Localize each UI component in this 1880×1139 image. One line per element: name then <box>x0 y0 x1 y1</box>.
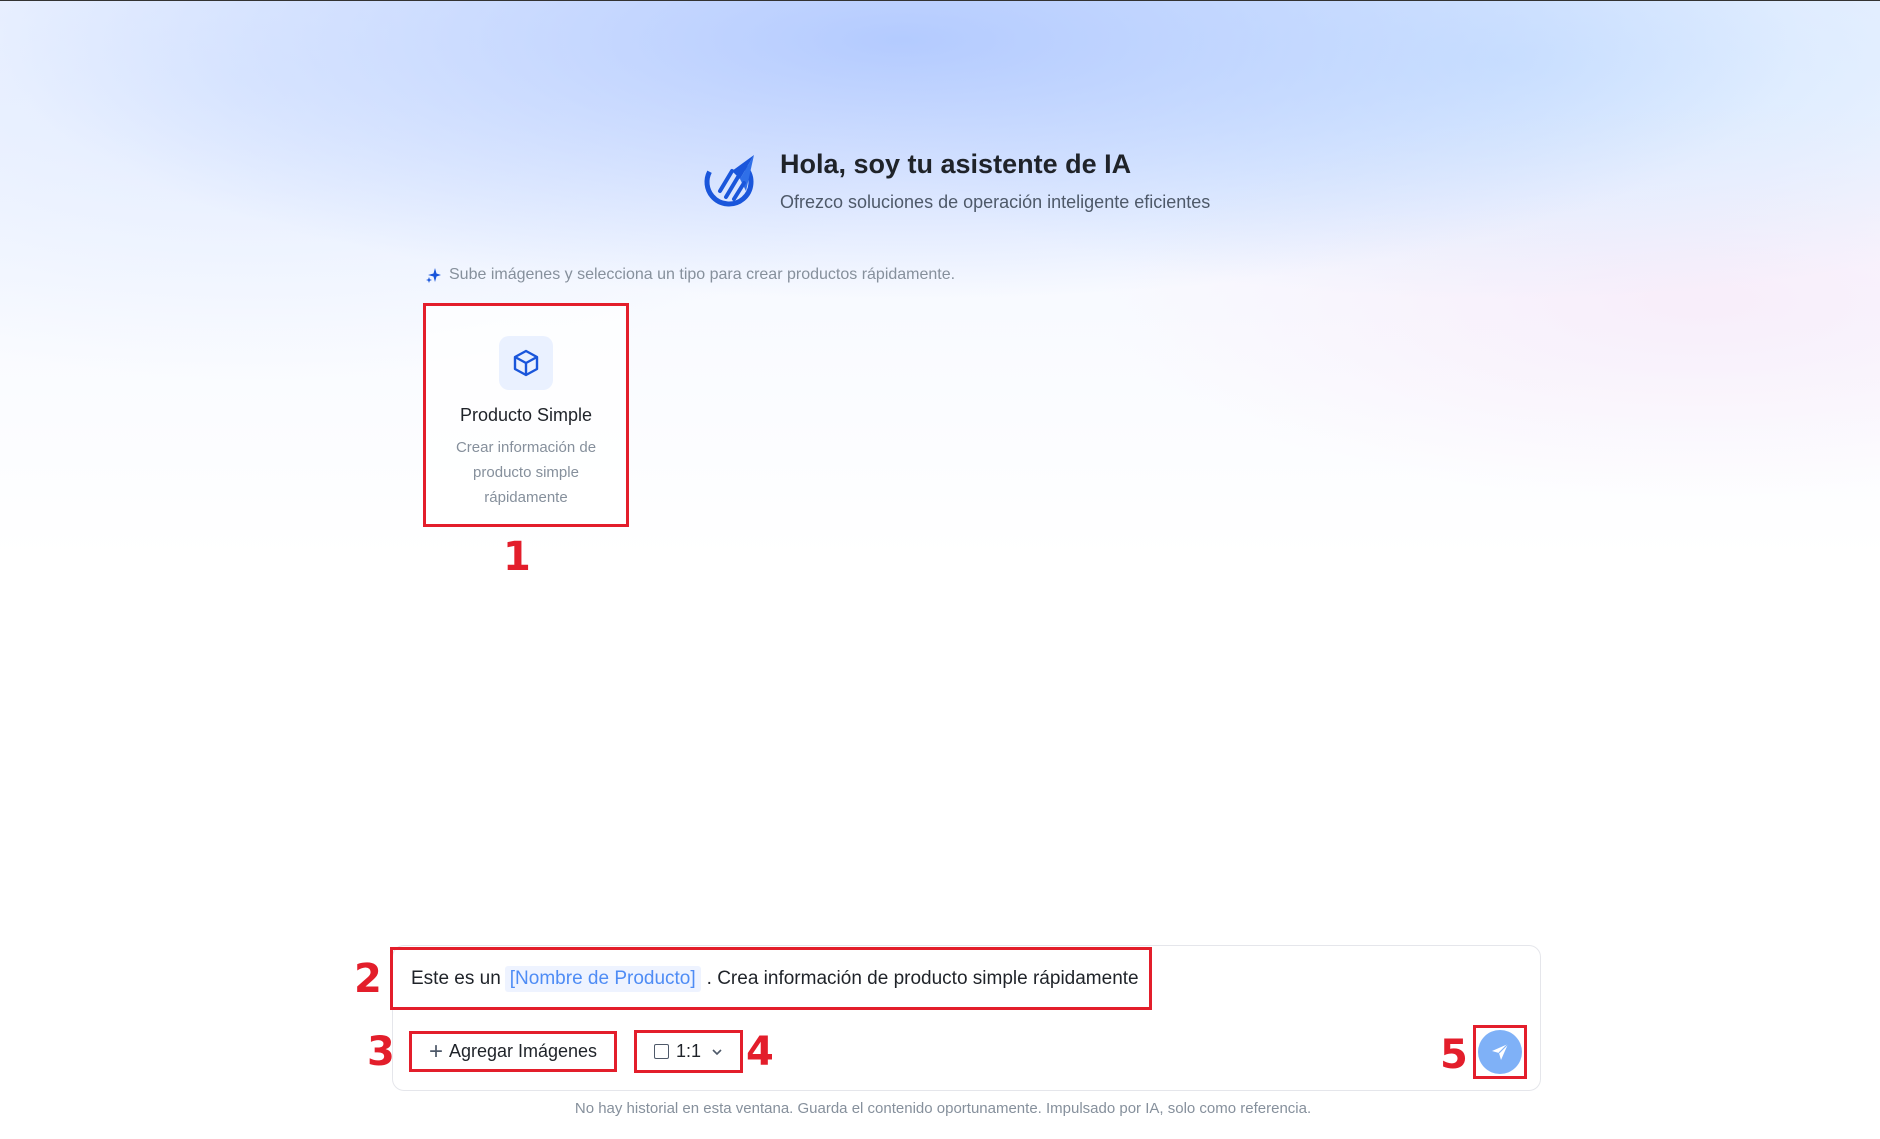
prompt-suffix: . Crea información de producto simple rá… <box>706 967 1139 989</box>
assistant-header: Hola, soy tu asistente de IA Ofrezco sol… <box>702 149 1210 213</box>
send-icon <box>1492 1043 1509 1060</box>
annotation-marker-3: 3 <box>367 1029 395 1075</box>
footer-text: No hay historial en esta ventana. Guarda… <box>574 1100 1312 1117</box>
prompt-input[interactable]: Este es un [Nombre de Producto] . Crea i… <box>390 947 1152 1010</box>
aspect-ratio-value: 1:1 <box>675 1041 702 1061</box>
card-title: Producto Simple <box>459 405 593 425</box>
card-description: Crear información de producto simple ráp… <box>455 439 597 506</box>
annotation-marker-2: 2 <box>354 956 382 1002</box>
send-button[interactable] <box>1473 1025 1527 1079</box>
hint-text: Sube imágenes y selecciona un tipo para … <box>449 266 956 283</box>
cube-icon <box>513 349 539 377</box>
annotation-marker-4: 4 <box>746 1029 774 1075</box>
plus-icon: + <box>428 1037 443 1065</box>
prompt-prefix: Este es un <box>411 967 501 989</box>
rocket-icon <box>704 155 754 207</box>
chevron-down-icon <box>712 1048 722 1055</box>
send-button-circle <box>1478 1030 1522 1074</box>
annotation-marker-5: 5 <box>1440 1032 1468 1078</box>
annotation-marker-1: 1 <box>503 534 531 580</box>
aspect-ratio-icon <box>653 1044 669 1059</box>
sparkle-icon <box>426 268 441 283</box>
page-title: Hola, soy tu asistente de IA <box>780 149 1132 179</box>
add-images-button[interactable]: + Agregar Imágenes <box>409 1031 617 1072</box>
page-subtitle: Ofrezco soluciones de operación intelige… <box>780 192 1211 212</box>
footer-disclaimer: No hay historial en esta ventana. Guarda… <box>0 1100 1880 1117</box>
hint-line: Sube imágenes y selecciona un tipo para … <box>426 266 955 284</box>
card-icon-wrapper <box>499 336 553 390</box>
product-type-card-simple[interactable]: Producto Simple Crear información de pro… <box>423 303 629 527</box>
product-name-slot[interactable]: [Nombre de Producto] <box>504 965 701 992</box>
add-images-label: Agregar Imágenes <box>448 1041 598 1061</box>
header-text: Hola, soy tu asistente de IA Ofrezco sol… <box>780 149 1210 213</box>
aspect-ratio-select[interactable]: 1:1 <box>634 1030 743 1073</box>
